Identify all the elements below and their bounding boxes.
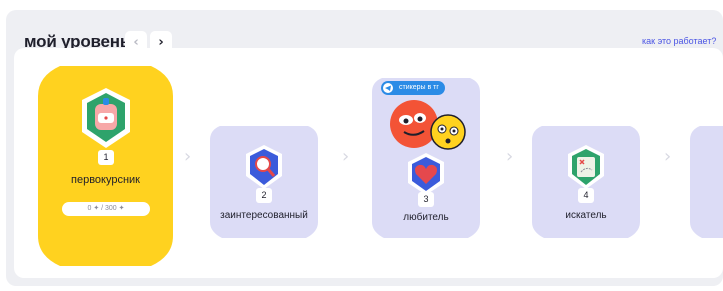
sticker-faces-icon [390, 100, 466, 150]
magnifier-icon [246, 145, 282, 189]
backpack-icon [82, 88, 130, 148]
map-icon [568, 145, 604, 189]
heart-icon [408, 153, 444, 195]
points-progress: 0 ✦ / 300 ✦ [62, 202, 150, 216]
level-card-3[interactable]: 3 любитель [372, 78, 480, 238]
chevron-right-icon: › [184, 146, 192, 167]
level-name: любитель [403, 212, 449, 223]
telegram-stickers-tag[interactable]: стикеры в тг [381, 81, 445, 95]
level-name: первокурсник [71, 174, 140, 186]
level-card-1[interactable]: 1 первокурсник 0 ✦ / 300 ✦ [38, 66, 173, 266]
level-name: заинтересованный [220, 210, 308, 221]
level-name: искатель [565, 210, 607, 221]
level-number: 1 [98, 150, 114, 165]
chevron-right-icon: › [664, 146, 672, 167]
levels-track: 1 первокурсник 0 ✦ / 300 ✦ › 2 заинтерес… [14, 48, 723, 278]
level-number: 2 [256, 188, 272, 203]
level-card-4[interactable]: 4 искатель [532, 126, 640, 238]
chevron-right-icon: › [342, 146, 350, 167]
tag-label: стикеры в тг [399, 84, 439, 91]
level-card-5-partial[interactable] [690, 126, 723, 238]
level-number: 4 [578, 188, 594, 203]
telegram-icon [383, 83, 393, 93]
how-it-works-link[interactable]: как это работает? [642, 36, 716, 46]
chevron-right-icon: › [506, 146, 514, 167]
level-card-2[interactable]: 2 заинтересованный [210, 126, 318, 238]
level-number: 3 [418, 192, 434, 207]
level-5-background [690, 126, 723, 238]
